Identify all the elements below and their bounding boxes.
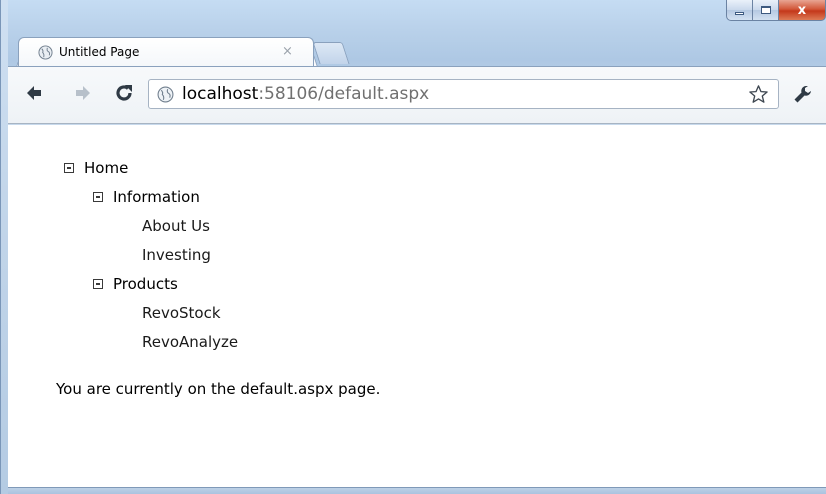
window-left-border [1,0,8,494]
minimize-button[interactable] [726,0,753,21]
wrench-icon[interactable] [792,84,814,106]
window-bottom-border [8,487,826,494]
tree-node-home[interactable]: Home [84,159,128,177]
url-host: localhost [182,84,259,104]
reload-icon[interactable] [113,82,135,104]
tree-node-revostock[interactable]: RevoStock [142,304,221,322]
tree-node-information[interactable]: Information [113,188,200,206]
tree-node-products[interactable]: Products [113,275,178,293]
current-page-message: You are currently on the default.aspx pa… [56,380,381,398]
caption-buttons: x [726,0,826,22]
minimize-icon [735,12,744,15]
tab-title: Untitled Page [59,45,140,59]
tree-node-about-us[interactable]: About Us [142,217,210,235]
star-icon[interactable] [748,84,769,105]
tree-node-investing[interactable]: Investing [142,246,211,264]
close-window-button[interactable]: x [779,0,826,21]
tree-node-revoanalyze[interactable]: RevoAnalyze [142,333,238,351]
tab-close-button[interactable]: × [282,44,293,59]
collapse-products-toggle[interactable] [93,279,103,289]
page-content [8,125,826,487]
back-arrow-icon[interactable] [24,83,44,103]
maximize-button[interactable] [753,0,779,21]
globe-icon [38,45,53,60]
forward-arrow-icon[interactable] [73,83,93,103]
maximize-icon [760,6,771,14]
collapse-information-toggle[interactable] [93,192,103,202]
close-icon: x [797,2,807,18]
url-text[interactable]: localhost:58106/default.aspx [182,84,429,104]
url-path: :58106/default.aspx [258,84,430,104]
collapse-home-toggle[interactable] [64,163,74,173]
page-info-icon[interactable] [157,86,174,103]
